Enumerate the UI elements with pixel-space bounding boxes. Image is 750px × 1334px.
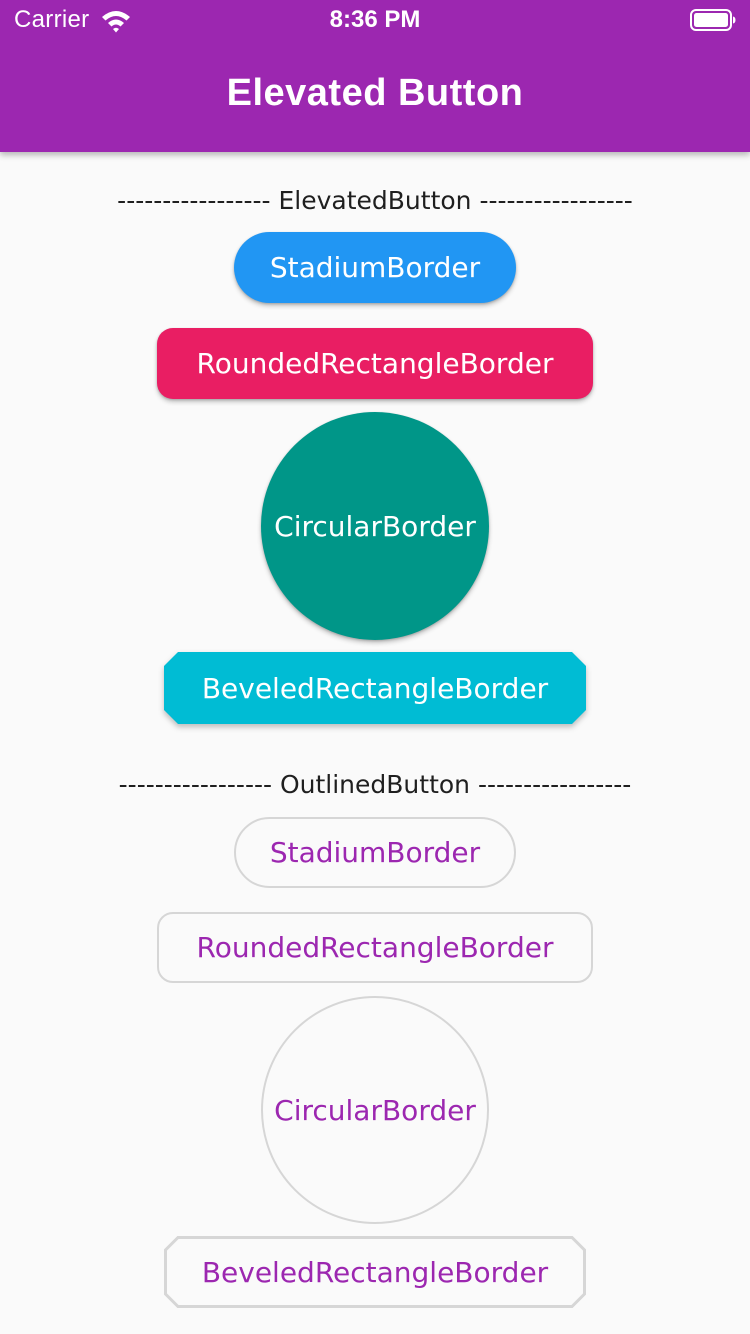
outlined-rounded-rectangle-button[interactable]: RoundedRectangleBorder	[157, 912, 593, 983]
outlined-beveled-rectangle-label: BeveledRectangleBorder	[201, 1255, 549, 1289]
elevated-circular-button[interactable]: CircularBorder	[261, 412, 489, 640]
battery-icon	[690, 9, 736, 31]
elevated-circular-label: CircularBorder	[274, 509, 476, 543]
elevated-beveled-rectangle-label: BeveledRectangleBorder	[201, 671, 549, 705]
app-bar: Carrier 8:36 PM Elevated Button	[0, 0, 750, 152]
status-bar: Carrier 8:36 PM	[0, 0, 750, 40]
page-title: Elevated Button	[226, 72, 524, 114]
elevated-section-header: ----------------- ElevatedButton -------…	[117, 186, 633, 215]
outlined-section-header: ----------------- OutlinedButton -------…	[118, 770, 632, 799]
elevated-stadium-button[interactable]: StadiumBorder	[234, 232, 516, 303]
elevated-rounded-rectangle-button[interactable]: RoundedRectangleBorder	[157, 328, 593, 399]
outlined-circular-button[interactable]: CircularBorder	[261, 996, 489, 1224]
clock: 8:36 PM	[329, 6, 421, 33]
outlined-circular-label: CircularBorder	[274, 1093, 476, 1127]
elevated-beveled-rectangle-button[interactable]: BeveledRectangleBorder	[164, 652, 586, 724]
outlined-beveled-rectangle-button[interactable]: BeveledRectangleBorder	[164, 1236, 586, 1308]
outlined-stadium-button[interactable]: StadiumBorder	[234, 817, 516, 888]
elevated-stadium-label: StadiumBorder	[269, 251, 481, 284]
outlined-stadium-label: StadiumBorder	[269, 836, 481, 869]
outlined-rounded-rectangle-label: RoundedRectangleBorder	[196, 931, 554, 964]
elevated-rounded-rectangle-label: RoundedRectangleBorder	[196, 347, 554, 380]
